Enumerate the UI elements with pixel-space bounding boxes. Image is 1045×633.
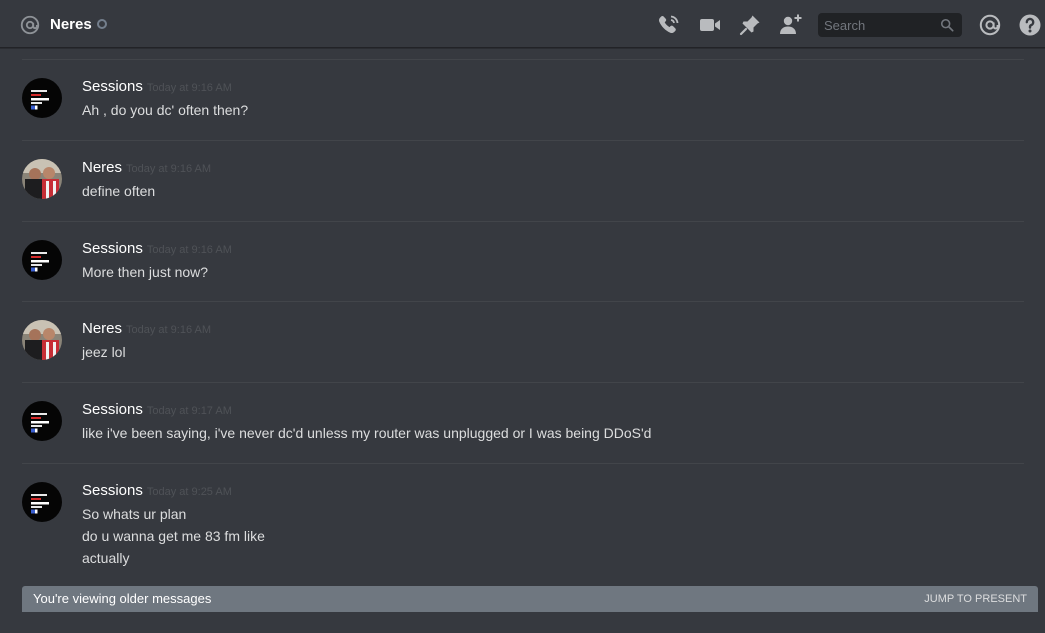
message-group: Sessions Today at 9:16 AM More then just … bbox=[0, 240, 1045, 300]
author-name[interactable]: Sessions bbox=[82, 78, 143, 95]
sessions-avatar[interactable] bbox=[22, 401, 62, 441]
add-friend-icon[interactable] bbox=[778, 13, 802, 37]
message-author[interactable]: Sessions Today at 9:25 AM bbox=[82, 482, 232, 501]
search-input[interactable] bbox=[824, 13, 934, 37]
author-name[interactable]: Neres bbox=[82, 320, 122, 337]
message-text: Ah , do you dc' often then? bbox=[82, 102, 249, 118]
sessions-avatar[interactable] bbox=[22, 240, 62, 280]
message-text: jeez lol bbox=[82, 344, 126, 360]
search-icon bbox=[940, 18, 954, 32]
message-group: Sessions Today at 9:17 AM like i've been … bbox=[0, 401, 1045, 461]
older-messages-bar[interactable]: You're viewing older messages JUMP TO PR… bbox=[22, 586, 1038, 612]
pin-icon[interactable] bbox=[738, 13, 762, 37]
message-list: Sessions Today at 9:16 AM Ah , do you dc'… bbox=[0, 49, 1045, 633]
mentions-icon[interactable] bbox=[978, 13, 1002, 37]
divider bbox=[22, 59, 1024, 60]
message-group: Neres Today at 9:16 AM jeez lol bbox=[0, 320, 1045, 380]
neres-avatar[interactable] bbox=[22, 159, 62, 199]
channel-header: Neres bbox=[0, 0, 1045, 48]
older-messages-text: You're viewing older messages bbox=[33, 591, 212, 606]
message-group: Sessions Today at 9:16 AM Ah , do you dc'… bbox=[0, 78, 1045, 138]
divider bbox=[22, 382, 1024, 383]
message-group: Neres Today at 9:16 AM define often bbox=[0, 159, 1045, 219]
message-text: actually bbox=[82, 550, 130, 566]
message-author[interactable]: Sessions Today at 9:17 AM bbox=[82, 401, 232, 420]
message-text: do u wanna get me 83 fm like bbox=[82, 528, 265, 544]
divider bbox=[22, 140, 1024, 141]
status-indicator bbox=[97, 19, 107, 29]
divider bbox=[22, 463, 1024, 464]
message-timestamp: Today at 9:25 AM bbox=[146, 486, 232, 498]
sessions-avatar[interactable] bbox=[22, 78, 62, 118]
message-author[interactable]: Sessions Today at 9:16 AM bbox=[82, 240, 232, 259]
message-author[interactable]: Neres Today at 9:16 AM bbox=[82, 159, 211, 178]
divider bbox=[22, 301, 1024, 302]
author-name[interactable]: Sessions bbox=[82, 482, 143, 499]
search-bar[interactable] bbox=[818, 13, 962, 37]
message-timestamp: Today at 9:16 AM bbox=[126, 324, 212, 336]
sessions-avatar[interactable] bbox=[22, 482, 62, 522]
jump-to-present-button[interactable]: JUMP TO PRESENT bbox=[924, 592, 1027, 606]
video-call-icon[interactable] bbox=[698, 13, 722, 37]
channel-name: Neres bbox=[50, 16, 92, 33]
author-name[interactable]: Sessions bbox=[82, 401, 143, 418]
neres-avatar[interactable] bbox=[22, 320, 62, 360]
at-icon bbox=[20, 15, 40, 35]
author-name[interactable]: Sessions bbox=[82, 240, 143, 257]
message-timestamp: Today at 9:16 AM bbox=[146, 244, 232, 256]
voice-call-icon[interactable] bbox=[657, 13, 681, 37]
message-timestamp: Today at 9:16 AM bbox=[126, 163, 212, 175]
message-text: like i've been saying, i've never dc'd u… bbox=[82, 425, 652, 441]
message-group: Sessions Today at 9:25 AM So whats ur pla… bbox=[0, 482, 1045, 572]
message-text: define often bbox=[82, 183, 156, 199]
message-timestamp: Today at 9:16 AM bbox=[146, 82, 232, 94]
message-text: More then just now? bbox=[82, 264, 209, 280]
message-author[interactable]: Neres Today at 9:16 AM bbox=[82, 320, 211, 339]
message-author[interactable]: Sessions Today at 9:16 AM bbox=[82, 78, 232, 97]
message-timestamp: Today at 9:17 AM bbox=[146, 405, 232, 417]
author-name[interactable]: Neres bbox=[82, 159, 122, 176]
help-icon[interactable] bbox=[1018, 13, 1042, 37]
divider bbox=[22, 221, 1024, 222]
message-text: So whats ur plan bbox=[82, 506, 187, 522]
